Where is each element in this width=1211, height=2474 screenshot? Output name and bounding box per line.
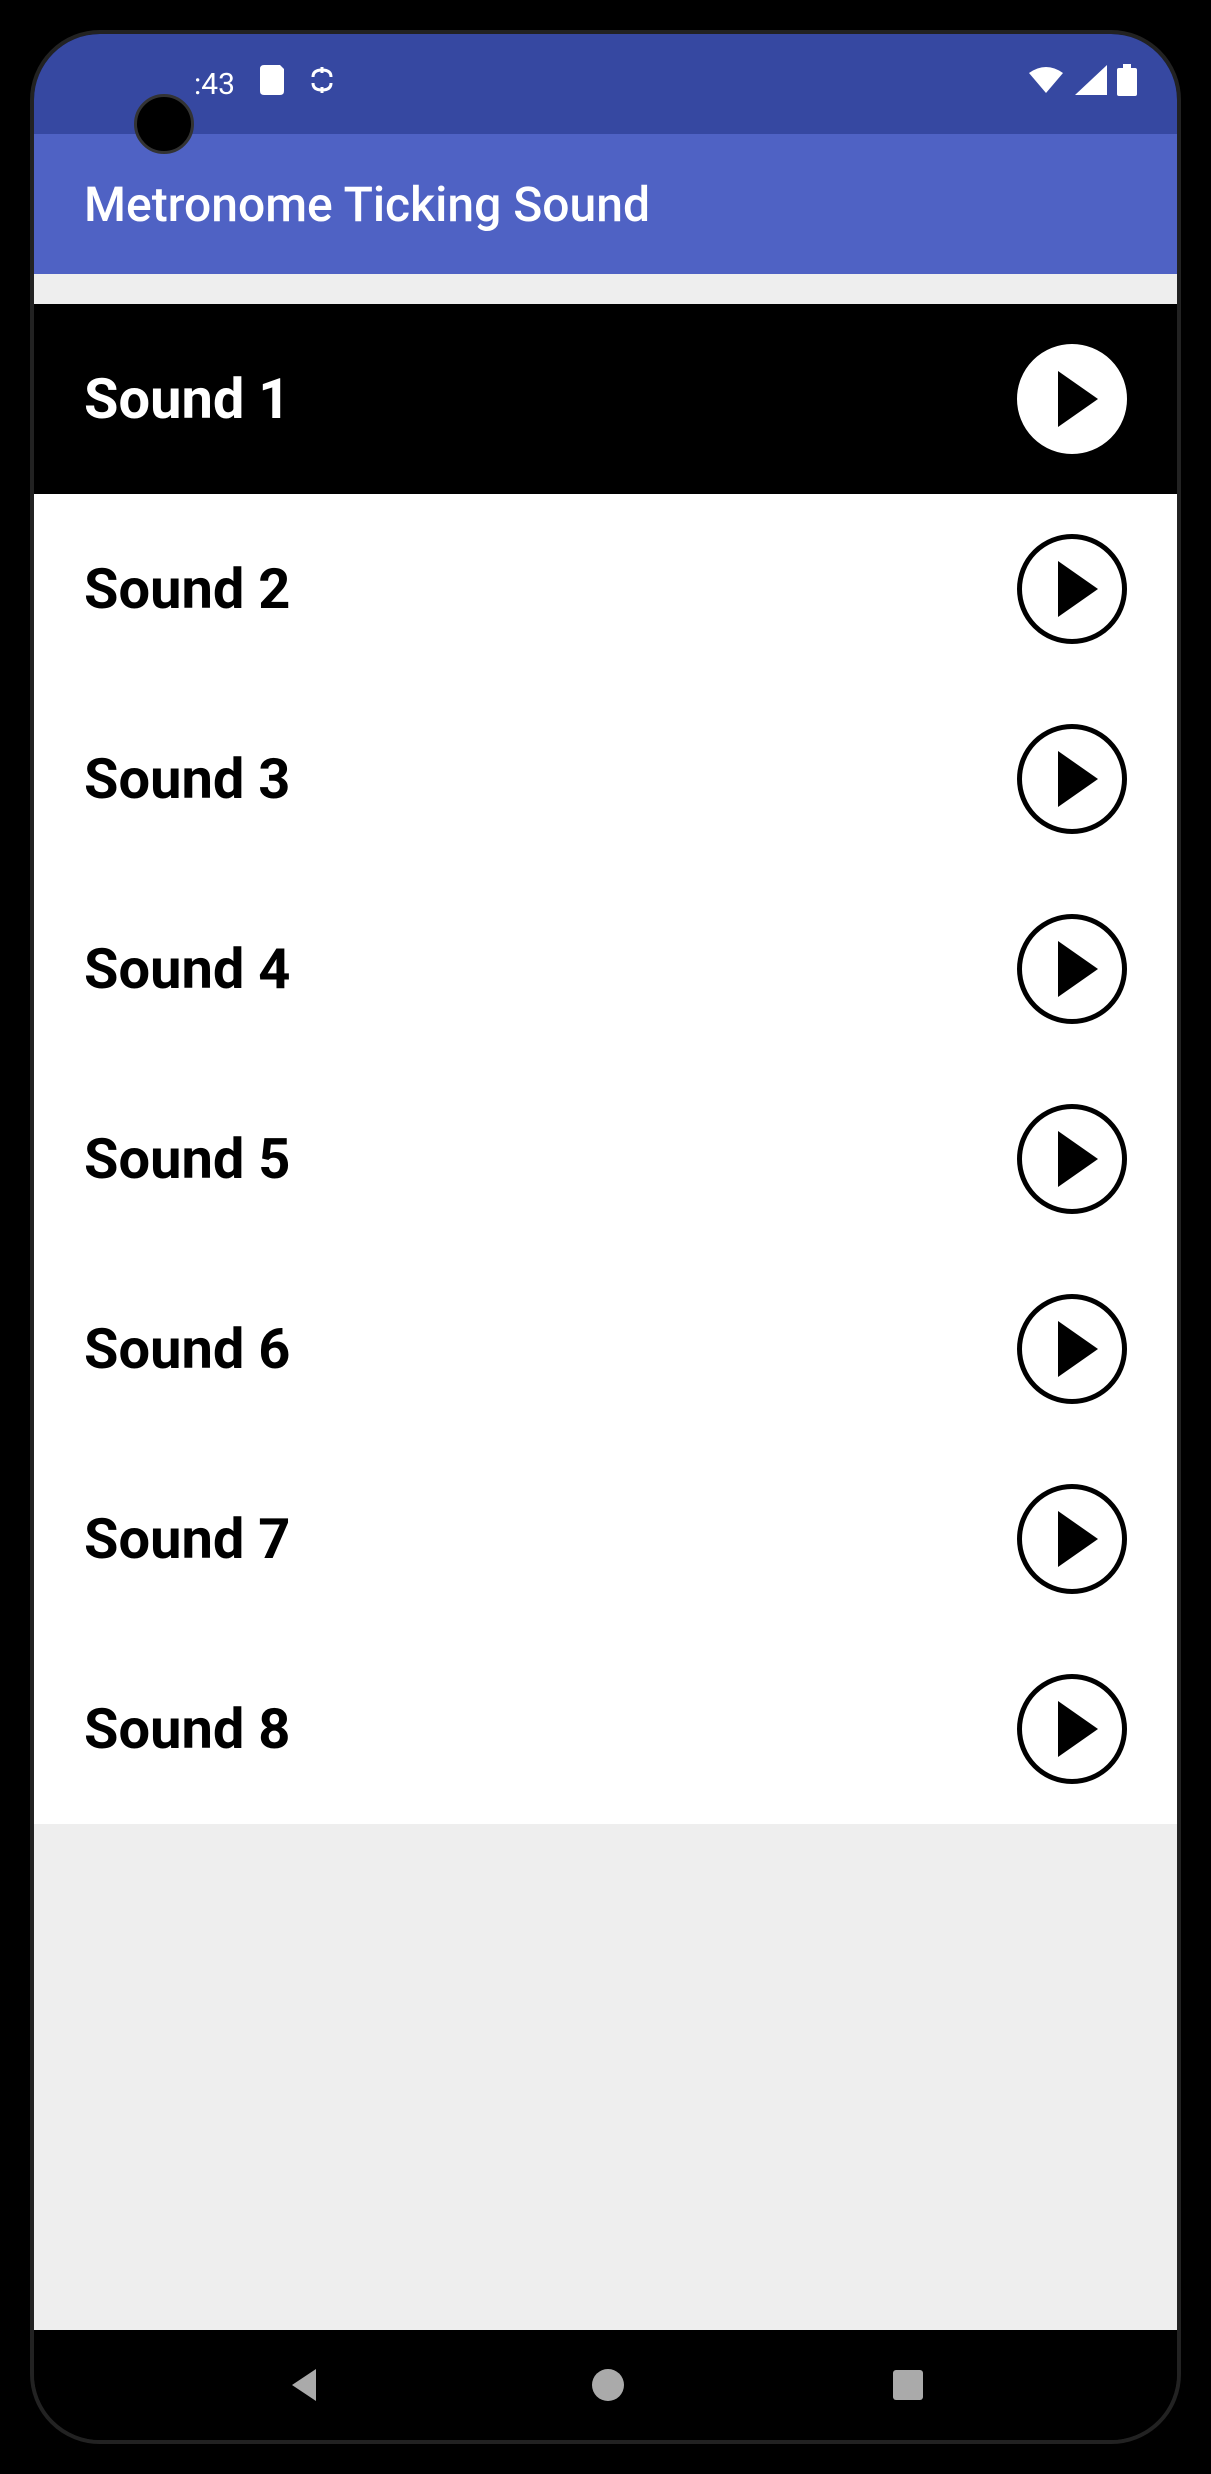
phone-screen: :43 Metronome: [30, 30, 1181, 2444]
play-button[interactable]: [1017, 1294, 1127, 1404]
play-button[interactable]: [1017, 344, 1127, 454]
sound-label: Sound 8: [84, 1696, 290, 1762]
camera-cutout: [134, 94, 194, 154]
sd-card-icon: [260, 65, 284, 103]
app-title: Metronome Ticking Sound: [84, 176, 650, 233]
recent-apps-button[interactable]: [891, 2368, 925, 2402]
wifi-icon: [1027, 65, 1065, 103]
sound-item-8[interactable]: Sound 8: [34, 1634, 1177, 1824]
status-bar-right: [1027, 64, 1137, 104]
sound-label: Sound 1: [84, 366, 290, 432]
content-area[interactable]: Sound 1 Sound 2 Sound 3: [34, 274, 1177, 2330]
phone-frame: :43 Metronome: [0, 0, 1211, 2474]
play-icon: [1058, 1321, 1098, 1377]
sound-label: Sound 2: [84, 556, 290, 622]
sound-label: Sound 3: [84, 746, 290, 812]
sound-item-3[interactable]: Sound 3: [34, 684, 1177, 874]
play-icon: [1058, 941, 1098, 997]
sound-item-6[interactable]: Sound 6: [34, 1254, 1177, 1444]
sound-list: Sound 1 Sound 2 Sound 3: [34, 304, 1177, 1824]
status-bar-left: :43: [194, 65, 335, 103]
play-icon: [1058, 1511, 1098, 1567]
play-icon: [1058, 751, 1098, 807]
navigation-bar: [34, 2330, 1177, 2440]
sync-icon: [309, 65, 335, 103]
play-button[interactable]: [1017, 534, 1127, 644]
battery-icon: [1117, 64, 1137, 104]
play-button[interactable]: [1017, 724, 1127, 834]
sound-item-7[interactable]: Sound 7: [34, 1444, 1177, 1634]
status-bar: :43: [34, 34, 1177, 134]
signal-icon: [1075, 65, 1107, 103]
play-icon: [1058, 1131, 1098, 1187]
play-icon: [1058, 371, 1098, 427]
sound-label: Sound 4: [84, 936, 290, 1002]
back-button[interactable]: [286, 2365, 326, 2405]
play-icon: [1058, 561, 1098, 617]
home-button[interactable]: [590, 2367, 626, 2403]
sound-label: Sound 7: [84, 1506, 290, 1572]
sound-item-5[interactable]: Sound 5: [34, 1064, 1177, 1254]
app-bar: Metronome Ticking Sound: [34, 134, 1177, 274]
play-button[interactable]: [1017, 1674, 1127, 1784]
sound-label: Sound 6: [84, 1316, 290, 1382]
play-button[interactable]: [1017, 1104, 1127, 1214]
play-icon: [1058, 1701, 1098, 1757]
sound-item-2[interactable]: Sound 2: [34, 494, 1177, 684]
sound-item-1[interactable]: Sound 1: [34, 304, 1177, 494]
play-button[interactable]: [1017, 914, 1127, 1024]
sound-item-4[interactable]: Sound 4: [34, 874, 1177, 1064]
sound-label: Sound 5: [84, 1126, 290, 1192]
play-button[interactable]: [1017, 1484, 1127, 1594]
status-time: :43: [194, 67, 235, 102]
